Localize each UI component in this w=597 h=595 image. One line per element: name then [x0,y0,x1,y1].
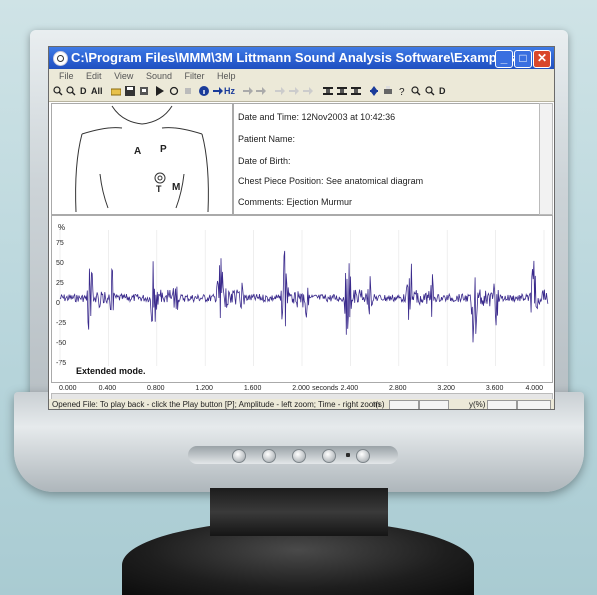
diagram-label-a: A [134,146,142,157]
monitor-button-3[interactable] [292,449,306,463]
toolbar: D All Hz ? D [49,83,554,102]
mode-label: Extended mode. [76,366,146,376]
x-tick-label: 3.200 [437,385,455,392]
x-tick-label: 1.200 [195,385,213,392]
status-y-label: y(%) [469,400,486,409]
anatomical-diagram: A P T M [51,103,233,215]
toolbar-all-button[interactable]: All [91,85,103,98]
info-scrollbar[interactable] [539,103,553,215]
menu-file[interactable]: File [59,71,74,81]
zoom-in-2-icon[interactable] [411,86,421,96]
status-y-box [487,400,517,409]
toolbar-d2-button[interactable]: D [439,85,446,98]
save-icon[interactable] [125,86,135,96]
monitor-button-1[interactable] [232,449,246,463]
x-tick-label: 3.600 [486,385,504,392]
y-tick-label: -25 [56,320,66,327]
menu-bar: File Edit View Sound Filter Help [49,69,554,83]
play-icon[interactable] [155,86,165,96]
zoom-out-icon[interactable] [66,86,76,96]
y-tick-label: -50 [56,340,66,347]
patient-info-panel: Date and Time: 12Nov2003 at 10:42:36 Pat… [233,103,541,215]
marker-2-icon[interactable] [289,86,299,96]
menu-help[interactable]: Help [217,71,236,81]
close-button[interactable]: ✕ [533,50,551,68]
menu-filter[interactable]: Filter [184,71,204,81]
x-tick-label: 2.400 [341,385,359,392]
monitor-stand-neck [210,488,388,536]
open-folder-icon[interactable] [111,86,121,96]
status-y-box-2 [517,400,551,409]
chest-piece-field: Chest Piece Position: See anatomical dia… [238,176,424,186]
printer-icon[interactable] [383,86,393,96]
window-title: C:\Program Files\MMM\3M Littmann Sound A… [71,50,526,65]
zoom-out-2-icon[interactable] [425,86,435,96]
x-tick-label: 2.800 [389,385,407,392]
info-icon[interactable] [199,86,209,96]
align-1-icon[interactable] [323,86,333,96]
patient-name-field: Patient Name: [238,134,296,144]
waveform-plot[interactable]: % 75 50 25 0 -25 -50 -75 Extended mode. [51,215,553,383]
marker-3-icon[interactable] [303,86,313,96]
svg-text:?: ? [399,87,405,96]
app-window: C:\Program Files\MMM\3M Littmann Sound A… [48,46,555,410]
monitor-button-2[interactable] [262,449,276,463]
help-icon[interactable]: ? [397,86,407,96]
loop-icon[interactable] [169,86,179,96]
menu-edit[interactable]: Edit [86,71,102,81]
monitor-power-button[interactable] [356,449,370,463]
menu-view[interactable]: View [114,71,133,81]
app-icon [53,51,68,66]
monitor-button-4[interactable] [322,449,336,463]
align-2-icon[interactable] [337,86,347,96]
minimize-button[interactable]: _ [495,50,513,68]
waveform-trace [59,250,549,343]
shift-left-icon[interactable] [243,86,253,96]
title-bar: C:\Program Files\MMM\3M Littmann Sound A… [49,47,554,69]
y-tick-label: -75 [56,360,66,367]
x-tick-label: 0.800 [147,385,165,392]
toolbar-d-button[interactable]: D [80,85,87,98]
status-t-box-2 [419,400,449,409]
status-message: Opened File: To play back - click the Pl… [52,400,380,409]
x-unit-label: seconds [312,385,339,392]
status-t-box [389,400,419,409]
menu-sound[interactable]: Sound [146,71,172,81]
x-tick-label: 1.600 [244,385,262,392]
stop-icon[interactable] [183,86,193,96]
y-tick-label: 0 [56,300,60,307]
diagram-label-p: P [160,144,167,155]
status-t-label: t(s) [373,400,385,409]
diagram-label-m: M [172,182,181,193]
x-tick-label: 0.000 [59,385,77,392]
shift-right-icon[interactable] [256,86,266,96]
diagram-label-t: T [156,184,162,194]
toolbar-hz-button[interactable]: Hz [224,85,235,98]
move-icon[interactable] [369,86,379,96]
date-time-field: Date and Time: 12Nov2003 at 10:42:36 [238,112,396,122]
comments-field: Comments: Ejection Murmur [238,197,353,207]
y-unit-label: % [58,223,65,232]
x-tick-label: 0.400 [99,385,117,392]
date-of-birth-field: Date of Birth: [238,156,291,166]
x-tick-label: 4.000 [525,385,543,392]
marker-1-icon[interactable] [275,86,285,96]
torso-outline-icon [75,105,209,213]
time-axis: 0.000 0.400 0.800 1.200 1.600 2.000 2.400 2.800… [59,385,543,392]
x-tick-label: 2.000 [292,385,310,392]
align-3-icon[interactable] [351,86,361,96]
zoom-in-icon[interactable] [53,86,63,96]
maximize-button[interactable]: □ [514,50,532,68]
arrow-right-icon[interactable] [213,86,223,96]
status-bar: Opened File: To play back - click the Pl… [49,399,554,409]
print-icon[interactable] [139,86,149,96]
waveform-svg: % 7550250-25-50-75 Extended mode. [56,223,549,376]
power-led-icon [346,453,350,457]
